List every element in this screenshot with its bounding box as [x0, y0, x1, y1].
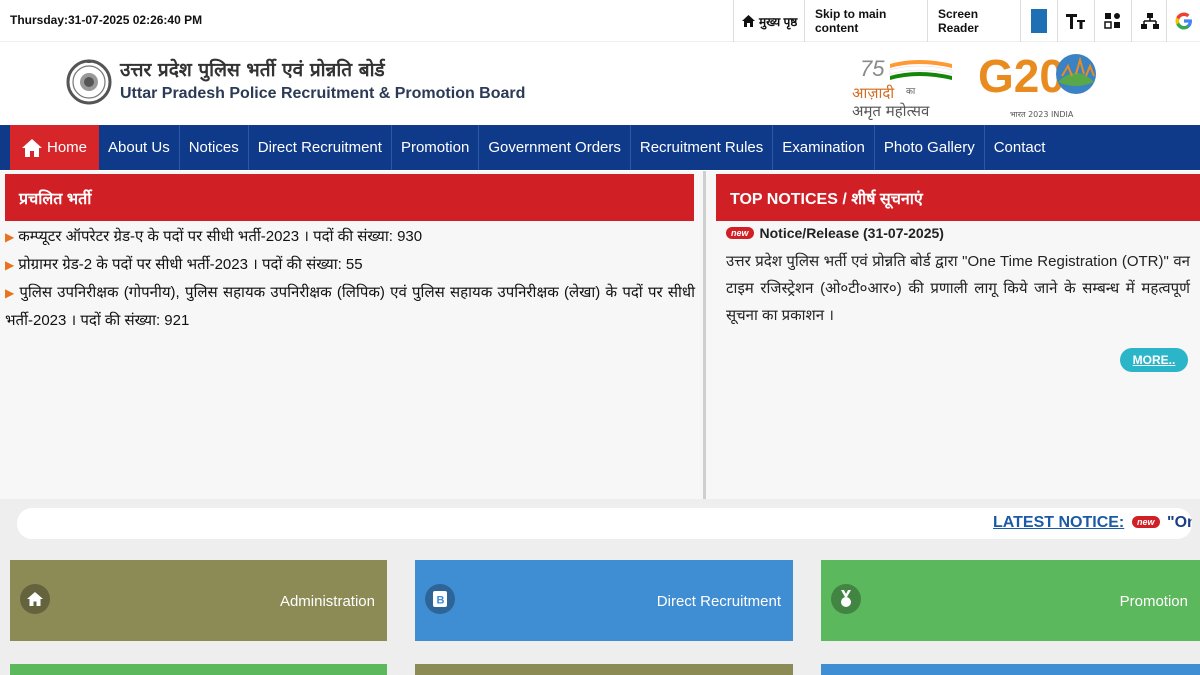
nav-recruitment-rules[interactable]: Recruitment Rules	[631, 125, 774, 170]
recruitment-item-text: पुलिस उपनिरीक्षक (गोपनीय), पुलिस सहायक उ…	[5, 284, 695, 329]
nav-notices[interactable]: Notices	[180, 125, 249, 170]
recruitment-item[interactable]: ▶ कम्प्यूटर ऑपरेटर ग्रेड-ए के पदों पर सीध…	[5, 223, 695, 251]
latest-notice-ticker[interactable]: LATEST NOTICE: new "One T	[17, 508, 1192, 539]
notice-body[interactable]: उत्तर प्रदेश पुलिस भर्ती एवं प्रोन्नति ब…	[726, 248, 1190, 329]
site-title-hindi: उत्तर प्रदेश पुलिस भर्ती एवं प्रोन्नति ब…	[120, 59, 385, 81]
g20-text: G20	[978, 50, 1065, 102]
tile-row2-3[interactable]	[821, 664, 1200, 675]
screen-reader-label: Screen Reader	[938, 7, 979, 35]
azadi-number: 75	[860, 56, 885, 81]
skip-to-content-link[interactable]: Skip to main content	[804, 0, 926, 42]
new-badge-icon: new	[1132, 516, 1160, 528]
recruitment-item[interactable]: ▶ प्रोग्रामर ग्रेड-2 के पदों पर सीधी भर्त…	[5, 251, 695, 279]
sitemap-button[interactable]	[1131, 0, 1167, 42]
arrow-right-icon: ▶	[5, 258, 15, 272]
g20-logo: G20 भारत 2023 INDIA	[978, 50, 1096, 119]
latest-notice-text[interactable]: "One T	[1167, 514, 1192, 532]
contrast-toggle[interactable]	[1020, 0, 1056, 42]
current-recruitment-panel: प्रचलित भर्ती ▶ कम्प्यूटर ऑपरेटर ग्रेड-ए …	[0, 171, 703, 499]
nav-direct-recruitment[interactable]: Direct Recruitment	[249, 125, 392, 170]
arrow-right-icon: ▶	[5, 230, 15, 244]
recruitment-list: ▶ कम्प्यूटर ऑपरेटर ग्रेड-ए के पदों पर सीध…	[5, 223, 695, 335]
google-icon	[1175, 12, 1192, 30]
more-button[interactable]: MORE..	[1120, 348, 1188, 372]
medal-icon	[831, 584, 861, 614]
svg-text:B: B	[437, 595, 445, 607]
top-notices-heading: TOP NOTICES / शीर्ष सूचनाएं	[716, 174, 1200, 221]
tile-promotion[interactable]: Promotion	[821, 560, 1200, 641]
latest-notice-bar: LATEST NOTICE: new "One T	[0, 499, 1200, 549]
text-size-button[interactable]	[1057, 0, 1093, 42]
latest-notice-label: LATEST NOTICE:	[993, 514, 1125, 531]
recruitment-item-text: प्रोग्रामर ग्रेड-2 के पदों पर सीधी भर्ती…	[18, 256, 363, 273]
nav-examination[interactable]: Examination	[773, 125, 875, 170]
home-icon	[22, 138, 42, 157]
top-utility-bar: Thursday:31-07-2025 02:26:40 PM मुख्य पृ…	[0, 0, 1200, 42]
tile-direct-recruitment-label: Direct Recruitment	[656, 593, 781, 610]
tile-administration[interactable]: Administration	[10, 560, 387, 641]
recruitment-item[interactable]: ▶ पुलिस उपनिरीक्षक (गोपनीय), पुलिस सहायक …	[5, 279, 695, 335]
current-datetime: Thursday:31-07-2025 02:26:40 PM	[10, 13, 203, 27]
notice-title-text: Notice/Release (31-07-2025)	[759, 225, 944, 241]
tile-promotion-label: Promotion	[1119, 593, 1188, 610]
azadi-text-2: अमृत महोत्सव	[852, 102, 930, 120]
nav-home[interactable]: Home	[10, 125, 100, 170]
site-header: उत्तर प्रदेश पुलिस भर्ती एवं प्रोन्नति ब…	[0, 42, 1200, 125]
nav-about-us[interactable]: About Us	[99, 125, 180, 170]
sitemap-icon	[1140, 13, 1159, 29]
g20-subtitle: भारत 2023 INDIA	[1010, 110, 1074, 119]
badge-b-icon: B	[425, 584, 455, 614]
nav-promotion[interactable]: Promotion	[392, 125, 480, 170]
nav-home-label: Home	[47, 139, 88, 156]
screen-reader-link[interactable]: Screen Reader	[927, 0, 1019, 42]
google-translate-button[interactable]	[1166, 0, 1200, 42]
home-icon	[742, 15, 755, 27]
up-police-emblem-icon	[66, 59, 112, 105]
tile-row2-2[interactable]	[415, 664, 793, 675]
arrow-right-icon: ▶	[5, 286, 16, 300]
current-recruitment-heading: प्रचलित भर्ती	[5, 174, 694, 221]
tile-direct-recruitment[interactable]: B Direct Recruitment	[415, 560, 793, 641]
nav-contact[interactable]: Contact	[985, 125, 1055, 170]
skip-link-label: Skip to main content	[815, 7, 887, 35]
site-title-english: Uttar Pradesh Police Recruitment & Promo…	[120, 85, 526, 102]
nav-photo-gallery[interactable]: Photo Gallery	[875, 125, 985, 170]
home-link[interactable]: मुख्य पृष्ठ	[733, 0, 803, 42]
top-notices-panel: TOP NOTICES / शीर्ष सूचनाएं new Notice/R…	[706, 171, 1200, 499]
social-links-button[interactable]	[1094, 0, 1130, 42]
home-link-label: मुख्य पृष्ठ	[759, 14, 798, 29]
azadi-text-1: आज़ादी	[852, 84, 895, 102]
new-badge-icon: new	[726, 227, 754, 239]
nav-government-orders[interactable]: Government Orders	[479, 125, 631, 170]
recruitment-item-text: कम्प्यूटर ऑपरेटर ग्रेड-ए के पदों पर सीधी…	[18, 228, 423, 245]
notice-title[interactable]: new Notice/Release (31-07-2025)	[726, 225, 944, 241]
tile-row2-1[interactable]	[10, 664, 387, 675]
tile-administration-label: Administration	[279, 593, 375, 610]
text-size-icon	[1065, 14, 1085, 29]
azadi-text-ka: का	[906, 87, 916, 97]
social-icon	[1103, 13, 1120, 29]
main-navigation: Home About Us Notices Direct Recruitment…	[0, 125, 1200, 170]
azadi-ka-amrit-mahotsav-logo: 75 आज़ादी का अमृत महोत्सव	[852, 56, 953, 120]
home-icon	[20, 584, 50, 614]
contrast-icon	[1030, 9, 1047, 33]
